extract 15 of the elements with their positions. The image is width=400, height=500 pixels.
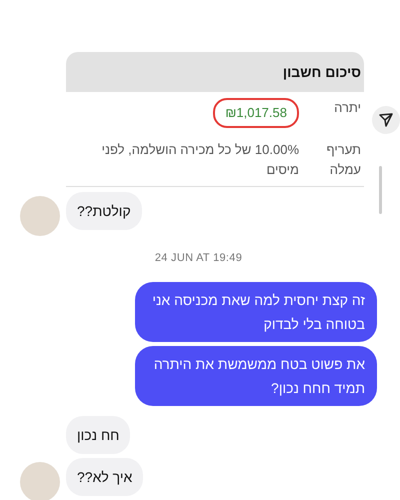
circled-value: ₪1,017.58 xyxy=(213,98,299,128)
timestamp: 24 JUN AT 19:49 xyxy=(154,252,242,264)
row-label: תעריף עמלה xyxy=(326,141,361,179)
send-icon[interactable] xyxy=(372,106,400,134)
scrollbar[interactable] xyxy=(379,166,382,214)
incoming-message: חח נכון xyxy=(66,416,130,454)
outgoing-message: זה קצת יחסית למה שאת מכניסה אני בטוחה בלי לבדוק xyxy=(135,282,377,342)
card-title: סיכום חשבון xyxy=(66,52,364,92)
incoming-message: קולטת?? xyxy=(66,192,142,230)
incoming-message: איך לא?? xyxy=(66,458,144,496)
row-label: יתרה xyxy=(333,99,361,117)
avatar xyxy=(20,462,60,500)
row-value: 10.00% של כל מכירה הושלמה, לפני מיסים xyxy=(100,141,299,179)
outgoing-message: את פשוט בטח ממשמשת את היתרה תמיד חחח נכון? xyxy=(135,346,377,406)
avatar xyxy=(20,196,60,236)
